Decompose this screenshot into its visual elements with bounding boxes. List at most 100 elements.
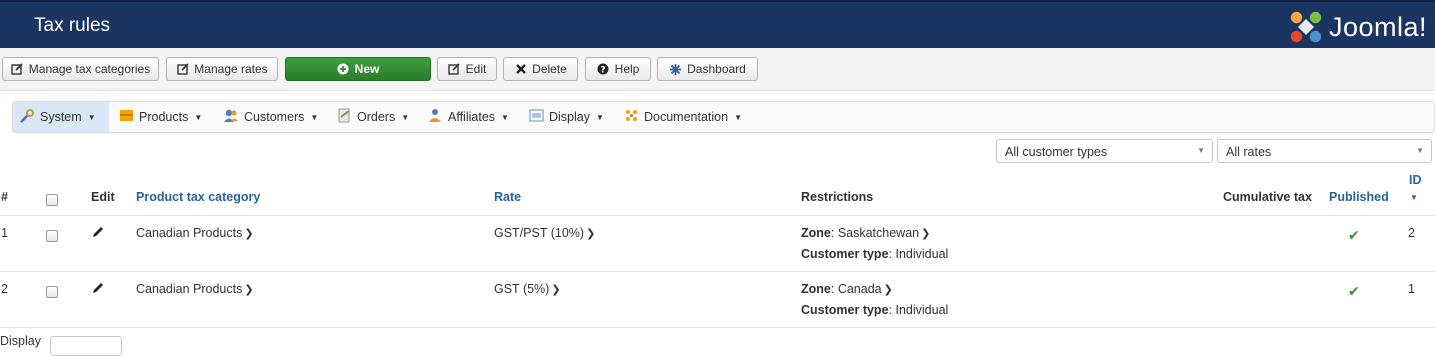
svg-text:?: ? — [601, 66, 606, 76]
published-check-icon[interactable]: ✔ — [1348, 283, 1360, 300]
affiliates-icon — [428, 108, 443, 126]
row-category[interactable]: Canadian Products ❯ — [136, 282, 254, 296]
menu-system[interactable]: System ▼ — [13, 102, 109, 132]
customers-icon — [223, 108, 239, 126]
row-checkbox[interactable] — [46, 286, 58, 298]
rates-filter[interactable]: All rates ▼ — [1217, 139, 1432, 163]
new-label: New — [354, 62, 380, 76]
menu-display-label: Display — [549, 110, 590, 124]
dashboard-button[interactable]: Dashboard — [657, 57, 758, 81]
manage-rates-label: Manage rates — [194, 62, 268, 76]
col-header-id[interactable]: ID — [1409, 173, 1422, 187]
display-icon — [529, 108, 544, 126]
row-category[interactable]: Canadian Products ❯ — [136, 226, 254, 240]
zone-label: Zone — [801, 226, 831, 240]
col-header-num: # — [1, 190, 8, 204]
menu-affiliates[interactable]: Affiliates ▼ — [422, 102, 515, 132]
products-icon — [119, 108, 134, 126]
rates-filter-value: All rates — [1226, 145, 1272, 159]
edit-label: Edit — [465, 62, 487, 76]
menu-display[interactable]: Display ▼ — [523, 102, 610, 132]
help-label: Help — [614, 62, 640, 76]
col-header-cumulative: Cumulative tax — [1223, 190, 1312, 204]
col-header-category[interactable]: Product tax category — [136, 190, 260, 204]
display-limit-select[interactable] — [50, 336, 122, 356]
row-customer-type: Customer type: Individual — [801, 247, 949, 261]
documentation-icon — [624, 108, 639, 126]
row-divider — [0, 327, 1435, 328]
edit-button[interactable]: Edit — [437, 57, 497, 81]
row-num: 1 — [1, 226, 8, 240]
dashboard-label: Dashboard — [687, 62, 746, 76]
row-rate[interactable]: GST/PST (10%) ❯ — [494, 226, 595, 240]
component-menubar: System ▼ Products ▼ Customers ▼ Orders ▼ Aff… — [12, 101, 1435, 133]
menu-orders[interactable]: Orders ▼ — [331, 102, 415, 132]
menu-products-label: Products — [139, 110, 189, 124]
menu-documentation-label: Documentation — [644, 110, 729, 124]
chevron-down-icon: ▼ — [1197, 146, 1205, 155]
caret-down-icon: ▼ — [87, 112, 96, 122]
wrench-icon — [19, 108, 35, 127]
pencil-icon[interactable] — [90, 280, 106, 296]
dashboard-icon — [669, 63, 682, 76]
col-header-published[interactable]: Published — [1329, 190, 1389, 204]
row-id: 1 — [1408, 282, 1415, 296]
row-rate[interactable]: GST (5%) ❯ — [494, 282, 561, 296]
display-limit-label: Display — [0, 334, 41, 348]
delete-button[interactable]: Delete — [503, 57, 578, 81]
sort-desc-icon[interactable]: ▼ — [1410, 193, 1418, 202]
caret-down-icon: ▼ — [596, 112, 604, 122]
manage-rates-button[interactable]: Manage rates — [166, 57, 278, 81]
row-num: 2 — [1, 282, 8, 296]
row-zone-value: Saskatchewan — [837, 226, 920, 240]
row-zone[interactable]: Zone: Canada ❯ — [801, 282, 893, 296]
caret-down-icon: ▼ — [194, 112, 203, 122]
row-customer-type: Customer type: Individual — [801, 303, 949, 317]
chevron-right-icon: ❯ — [883, 284, 893, 296]
menu-customers-label: Customers — [244, 110, 305, 124]
row-rate-text: GST (5%) — [494, 282, 550, 296]
chevron-right-icon: ❯ — [921, 228, 931, 240]
menu-system-label: System — [40, 110, 82, 124]
joomla-logo: Joomla! — [1287, 8, 1427, 46]
published-check-icon[interactable]: ✔ — [1348, 227, 1360, 244]
new-button[interactable]: New — [285, 57, 431, 81]
caret-down-icon: ▼ — [310, 112, 319, 122]
menu-products[interactable]: Products ▼ — [113, 102, 208, 132]
caret-down-icon: ▼ — [734, 112, 742, 122]
toolbar: Manage tax categories Manage rates New E… — [0, 48, 1435, 91]
caret-down-icon: ▼ — [501, 112, 509, 122]
chevron-right-icon: ❯ — [244, 284, 254, 296]
help-button[interactable]: ? Help — [585, 57, 651, 81]
menu-customers[interactable]: Customers ▼ — [217, 102, 324, 132]
row-rate-text: GST/PST (10%) — [494, 226, 585, 240]
row-category-text: Canadian Products — [136, 282, 243, 296]
edit-square-icon — [11, 63, 24, 76]
row-divider — [0, 271, 1435, 272]
row-zone[interactable]: Zone: Saskatchewan ❯ — [801, 226, 930, 240]
chevron-right-icon: ❯ — [551, 284, 561, 296]
manage-tax-categories-label: Manage tax categories — [28, 62, 151, 76]
menu-documentation[interactable]: Documentation ▼ — [618, 102, 748, 132]
close-icon — [514, 63, 527, 76]
customer-type-label: Customer type — [801, 247, 889, 261]
delete-label: Delete — [532, 62, 567, 76]
row-checkbox[interactable] — [46, 230, 58, 242]
select-all-checkbox[interactable] — [46, 194, 58, 206]
chevron-down-icon: ▼ — [1416, 146, 1424, 155]
orders-icon — [337, 108, 352, 126]
pencil-icon[interactable] — [90, 224, 106, 240]
header-divider — [0, 215, 1435, 216]
col-header-rate[interactable]: Rate — [494, 190, 521, 204]
manage-tax-categories-button[interactable]: Manage tax categories — [2, 57, 159, 81]
menu-affiliates-label: Affiliates — [448, 110, 496, 124]
page-title: Tax rules — [34, 15, 111, 36]
col-header-restrictions: Restrictions — [801, 190, 874, 204]
row-customer-type-value: Individual — [895, 303, 949, 317]
menu-orders-label: Orders — [357, 110, 396, 124]
row-category-text: Canadian Products — [136, 226, 243, 240]
customer-type-filter[interactable]: All customer types ▼ — [996, 139, 1213, 163]
question-circle-icon: ? — [597, 63, 610, 76]
logo-text: Joomla! — [1328, 11, 1427, 42]
row-id: 2 — [1408, 226, 1415, 240]
